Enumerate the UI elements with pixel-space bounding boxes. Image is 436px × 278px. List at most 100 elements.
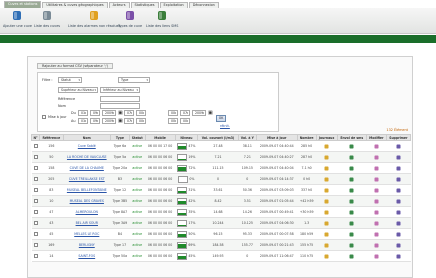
select-cell[interactable] — [31, 239, 40, 251]
status-select[interactable]: Statut — [58, 77, 82, 83]
update-date-checkbox[interactable] — [42, 115, 46, 119]
sms-cell[interactable] — [337, 239, 367, 251]
delete-icon[interactable] — [396, 188, 401, 193]
delete-cell[interactable] — [386, 195, 411, 207]
edit-icon[interactable] — [374, 155, 379, 160]
level-operator-select-2[interactable]: Inférieur au Niveau — [100, 87, 140, 93]
calendar-icon-to[interactable]: ▣ — [118, 118, 123, 124]
edit-icon[interactable] — [374, 232, 379, 237]
from-second-select-2[interactable]: 07 — [180, 110, 190, 116]
journal-cell[interactable] — [316, 140, 338, 152]
sms-icon[interactable] — [349, 166, 354, 171]
delete-cell[interactable] — [386, 217, 411, 229]
journal-cell[interactable] — [316, 217, 338, 229]
filter-year-select[interactable]: 2009 — [192, 110, 206, 116]
edit-cell[interactable] — [366, 250, 387, 262]
edit-cell[interactable] — [366, 184, 387, 196]
sms-icon[interactable] — [349, 210, 354, 215]
delete-icon[interactable] — [396, 243, 401, 248]
name-cell[interactable]: SAINT-FOS — [63, 250, 111, 262]
edit-icon[interactable] — [374, 199, 379, 204]
table-row[interactable]: 10 MUSEAL DES GRAVES Type 3B5 active 06 00 0… — [31, 195, 411, 207]
delete-cell[interactable] — [386, 151, 411, 163]
table-row[interactable]: 158 CUVE DE LA CHAUME Type 20a active 06 00 … — [31, 162, 411, 174]
from-second-select[interactable]: 00 — [168, 110, 178, 116]
reset-link[interactable]: réinit. — [220, 124, 230, 128]
edit-cell[interactable] — [366, 151, 387, 163]
edit-cell[interactable] — [366, 206, 387, 218]
edit-cell[interactable] — [366, 140, 387, 152]
delete-cell[interactable] — [386, 228, 411, 240]
row-select-checkbox[interactable] — [33, 166, 38, 170]
from-day-select[interactable]: 01 — [78, 110, 88, 116]
name-cell-value[interactable]: CUVE DE LA CHAUME — [70, 166, 104, 170]
select-cell[interactable] — [31, 173, 40, 185]
sms-cell[interactable] — [337, 228, 367, 240]
name-cell-value[interactable]: BERLIGNY — [79, 243, 95, 247]
journal-icon[interactable] — [324, 210, 329, 215]
journal-icon[interactable] — [324, 254, 329, 259]
delete-cell[interactable] — [386, 184, 411, 196]
journal-cell[interactable] — [316, 206, 338, 218]
table-row[interactable]: 47 ALMEROULON Type 8A7 active 06 00 00 06 00… — [31, 206, 411, 218]
name-cell[interactable]: BEL AIR SOUR — [63, 217, 111, 229]
table-row[interactable]: 205 CUVE TREILLAKSE EST B3 active 06 00 00 0… — [31, 173, 411, 185]
delete-icon[interactable] — [396, 221, 401, 226]
select-cell[interactable] — [31, 162, 40, 174]
delete-cell[interactable] — [386, 140, 411, 152]
name-input[interactable] — [100, 103, 140, 109]
edit-icon[interactable] — [374, 254, 379, 259]
select-cell[interactable] — [31, 184, 40, 196]
edit-cell[interactable] — [366, 217, 387, 229]
from-minute-select[interactable]: 00 — [136, 110, 146, 116]
sms-cell[interactable] — [337, 140, 367, 152]
delete-icon[interactable] — [396, 199, 401, 204]
table-row[interactable]: 43 BEL AIR SOUR Type 3A9 active 06 00 00 06 … — [31, 217, 411, 229]
sms-cell[interactable] — [337, 162, 367, 174]
sms-cell[interactable] — [337, 173, 367, 185]
table-row[interactable]: 50 LA ROCHE DE VAUCLUSE Type 5a active 06 00… — [31, 151, 411, 163]
name-cell[interactable]: ALMEROULON — [63, 206, 111, 218]
to-second-select[interactable]: 00 — [168, 118, 178, 124]
delete-cell[interactable] — [386, 173, 411, 185]
edit-cell[interactable] — [366, 195, 387, 207]
sms-icon[interactable] — [349, 144, 354, 149]
delete-icon[interactable] — [396, 232, 401, 237]
sms-icon[interactable] — [349, 177, 354, 182]
table-row[interactable]: 14 SAINT-FOS Type 50a active 06 00 00 06 00 4… — [31, 250, 411, 262]
toolbar-button-0[interactable]: Ajouter une cuve — [3, 10, 32, 28]
from-month-select[interactable]: 09 — [90, 110, 100, 116]
to-hour-select[interactable]: 07 — [124, 118, 134, 124]
sms-cell[interactable] — [337, 151, 367, 163]
sms-cell[interactable] — [337, 195, 367, 207]
delete-icon[interactable] — [396, 166, 401, 171]
sms-icon[interactable] — [349, 188, 354, 193]
level-operator-select-1[interactable]: Supérieur au Niveau — [58, 87, 98, 93]
table-row[interactable]: 169 BERLIGNY Type 17 active 06 00 00 06 00 69… — [31, 239, 411, 251]
sms-cell[interactable] — [337, 206, 367, 218]
calendar-icon-extra[interactable]: ▣ — [208, 110, 213, 116]
name-cell-value[interactable]: SAINT-FOS — [78, 254, 95, 258]
select-cell[interactable] — [31, 206, 40, 218]
edit-cell[interactable] — [366, 228, 387, 240]
name-cell-value[interactable]: MUSEAL DES GRAVES — [70, 199, 104, 203]
name-cell-value[interactable]: BEL AIR SOUR — [76, 221, 98, 225]
sms-icon[interactable] — [349, 199, 354, 204]
name-cell-value[interactable]: ALMEROULON — [76, 210, 98, 214]
toolbar-button-2[interactable]: Liste des alarmes non résolues — [68, 10, 120, 28]
row-select-checkbox[interactable] — [33, 221, 38, 225]
delete-icon[interactable] — [396, 177, 401, 182]
row-select-checkbox[interactable] — [33, 243, 38, 247]
journal-cell[interactable] — [316, 239, 338, 251]
sms-icon[interactable] — [349, 232, 354, 237]
table-row[interactable]: 83 MUSEAL BELLEFONTAINE Type 12 active 06 00… — [31, 184, 411, 196]
table-row[interactable]: 45 MELLES LE ROC B4 active 06 00 00 06 00 50%… — [31, 228, 411, 240]
journal-icon[interactable] — [324, 188, 329, 193]
edit-icon[interactable] — [374, 166, 379, 171]
sms-cell[interactable] — [337, 217, 367, 229]
journal-cell[interactable] — [316, 162, 338, 174]
row-select-checkbox[interactable] — [33, 254, 38, 258]
row-select-checkbox[interactable] — [33, 232, 38, 236]
journal-cell[interactable] — [316, 195, 338, 207]
name-cell-value[interactable]: MELLES LE ROC — [74, 232, 99, 236]
